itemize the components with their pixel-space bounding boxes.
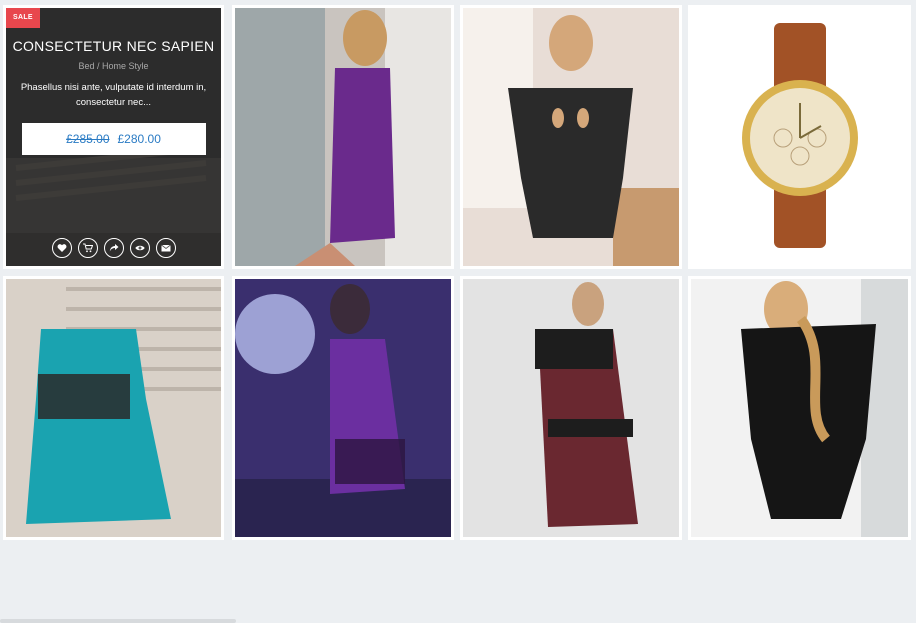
- wishlist-button[interactable]: [51, 238, 72, 258]
- product-tile[interactable]: [232, 276, 454, 540]
- quick-view-button[interactable]: [129, 238, 150, 258]
- product-title[interactable]: CONSECTETUR NEC SAPIEN: [6, 38, 221, 54]
- email-button[interactable]: [155, 238, 176, 258]
- product-category[interactable]: Bed / Home Style: [6, 61, 221, 71]
- product-actions: [6, 238, 221, 258]
- sale-badge: SALE: [6, 8, 40, 28]
- mail-icon: [160, 244, 171, 252]
- product-image: [6, 279, 221, 537]
- price-box: £285.00 £280.00: [21, 123, 206, 155]
- product-tile[interactable]: [688, 5, 911, 269]
- product-tile[interactable]: [460, 5, 682, 269]
- product-tile[interactable]: [3, 276, 224, 540]
- product-tile-featured[interactable]: SALE CONSECTETUR NEC SAPIEN Bed / Home S…: [3, 5, 224, 269]
- product-image: [691, 279, 908, 537]
- share-button[interactable]: [103, 238, 124, 258]
- product-image: [235, 279, 451, 537]
- product-image: [235, 8, 451, 266]
- add-to-cart-button[interactable]: [77, 238, 98, 258]
- horizontal-scrollbar[interactable]: [0, 619, 236, 623]
- product-image: [691, 8, 908, 266]
- new-price: £280.00: [117, 132, 161, 146]
- product-quickview-overlay: SALE CONSECTETUR NEC SAPIEN Bed / Home S…: [6, 8, 221, 266]
- product-image: [463, 8, 679, 266]
- product-tile[interactable]: [460, 276, 682, 540]
- old-price: £285.00: [66, 132, 110, 146]
- product-image: [463, 279, 679, 537]
- heart-icon: [57, 244, 66, 252]
- product-tile[interactable]: [232, 5, 454, 269]
- product-description: Phasellus nisi ante, vulputate id interd…: [20, 82, 207, 108]
- product-grid: SALE CONSECTETUR NEC SAPIEN Bed / Home S…: [0, 0, 916, 545]
- eye-icon: [134, 245, 145, 251]
- share-icon: [109, 244, 118, 252]
- product-tile[interactable]: [688, 276, 911, 540]
- cart-icon: [82, 243, 93, 253]
